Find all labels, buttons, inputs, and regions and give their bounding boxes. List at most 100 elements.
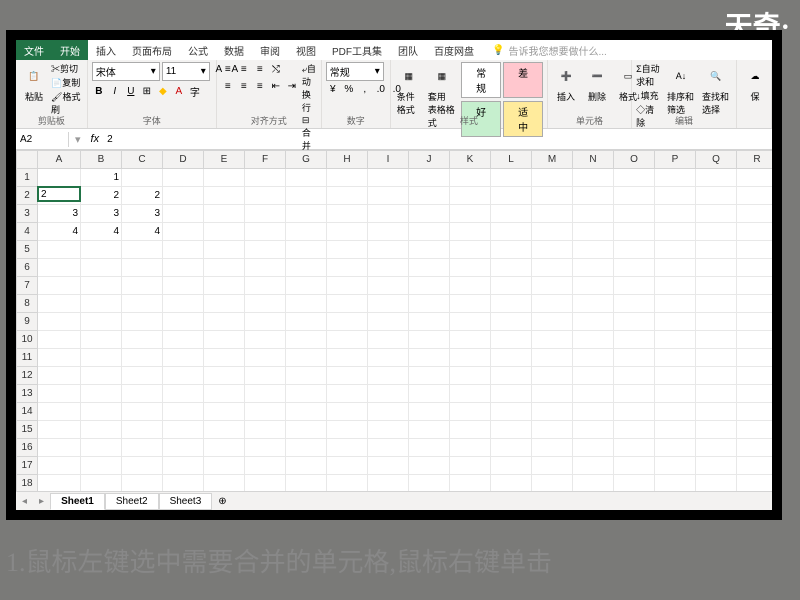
cell-J17[interactable]	[409, 457, 450, 475]
cell-Q14[interactable]	[696, 403, 737, 421]
cell-K3[interactable]	[450, 205, 491, 223]
row-header-18[interactable]: 18	[17, 475, 38, 492]
cell-O1[interactable]	[614, 169, 655, 187]
cell-M5[interactable]	[532, 241, 573, 259]
cell-P5[interactable]	[655, 241, 696, 259]
cell-E7[interactable]	[204, 277, 245, 295]
cell-H6[interactable]	[327, 259, 368, 277]
row-header-9[interactable]: 9	[17, 313, 38, 331]
cell-A14[interactable]	[38, 403, 81, 421]
cell-Q3[interactable]	[696, 205, 737, 223]
cell-H9[interactable]	[327, 313, 368, 331]
cell-R3[interactable]	[737, 205, 773, 223]
row-header-17[interactable]: 17	[17, 457, 38, 475]
cell-C2[interactable]: 2	[122, 187, 163, 205]
cell-Q7[interactable]	[696, 277, 737, 295]
inc-decimal-button[interactable]: .0	[374, 82, 388, 96]
italic-button[interactable]: I	[108, 84, 122, 98]
cell-Q11[interactable]	[696, 349, 737, 367]
cell-A13[interactable]	[38, 385, 81, 403]
cell-H2[interactable]	[327, 187, 368, 205]
cell-M12[interactable]	[532, 367, 573, 385]
cell-L14[interactable]	[491, 403, 532, 421]
cell-P8[interactable]	[655, 295, 696, 313]
sort-filter-button[interactable]: A↓排序和筛选	[665, 62, 697, 118]
cell-R12[interactable]	[737, 367, 773, 385]
cell-G5[interactable]	[286, 241, 327, 259]
tab-data[interactable]: 数据	[216, 40, 252, 60]
row-header-3[interactable]: 3	[17, 205, 38, 223]
cell-K12[interactable]	[450, 367, 491, 385]
cell-Q16[interactable]	[696, 439, 737, 457]
autosum-button[interactable]: Σ自动求和	[636, 62, 662, 88]
cell-B9[interactable]	[81, 313, 122, 331]
cell-B16[interactable]	[81, 439, 122, 457]
cell-K8[interactable]	[450, 295, 491, 313]
cell-A5[interactable]	[38, 241, 81, 259]
cell-C7[interactable]	[122, 277, 163, 295]
format-painter-button[interactable]: 🖌格式刷	[51, 90, 83, 116]
cell-O14[interactable]	[614, 403, 655, 421]
cell-H10[interactable]	[327, 331, 368, 349]
font-name-select[interactable]: 宋体▾	[92, 62, 160, 81]
cell-F16[interactable]	[245, 439, 286, 457]
tell-me-search[interactable]: 💡告诉我您想要做什么...	[482, 40, 772, 60]
col-header-G[interactable]: G	[286, 151, 327, 169]
cell-C17[interactable]	[122, 457, 163, 475]
cell-I17[interactable]	[368, 457, 409, 475]
cell-H7[interactable]	[327, 277, 368, 295]
cell-C13[interactable]	[122, 385, 163, 403]
cell-R2[interactable]	[737, 187, 773, 205]
accounting-button[interactable]: ¥	[326, 82, 340, 96]
cell-D8[interactable]	[163, 295, 204, 313]
cell-O18[interactable]	[614, 475, 655, 492]
cell-E1[interactable]	[204, 169, 245, 187]
cell-A3[interactable]: 3	[38, 205, 81, 223]
cell-J10[interactable]	[409, 331, 450, 349]
cell-O10[interactable]	[614, 331, 655, 349]
cell-B10[interactable]	[81, 331, 122, 349]
cell-D10[interactable]	[163, 331, 204, 349]
cell-L1[interactable]	[491, 169, 532, 187]
cell-M14[interactable]	[532, 403, 573, 421]
style-normal[interactable]: 常规	[461, 62, 501, 98]
cell-D3[interactable]	[163, 205, 204, 223]
cell-E11[interactable]	[204, 349, 245, 367]
cell-G17[interactable]	[286, 457, 327, 475]
cell-M8[interactable]	[532, 295, 573, 313]
cell-L3[interactable]	[491, 205, 532, 223]
cell-I12[interactable]	[368, 367, 409, 385]
cell-J14[interactable]	[409, 403, 450, 421]
tab-baidu[interactable]: 百度网盘	[426, 40, 482, 60]
cell-Q12[interactable]	[696, 367, 737, 385]
fx-cancel-icon[interactable]: ▾	[69, 131, 87, 148]
cell-P9[interactable]	[655, 313, 696, 331]
cell-D9[interactable]	[163, 313, 204, 331]
cell-F1[interactable]	[245, 169, 286, 187]
cell-A2[interactable]: 2	[38, 187, 80, 201]
cell-A15[interactable]	[38, 421, 81, 439]
cell-J5[interactable]	[409, 241, 450, 259]
cell-B1[interactable]: 1	[81, 169, 122, 187]
cell-N8[interactable]	[573, 295, 614, 313]
font-size-select[interactable]: 11▾	[162, 62, 210, 81]
cell-J8[interactable]	[409, 295, 450, 313]
cell-N6[interactable]	[573, 259, 614, 277]
cell-P4[interactable]	[655, 223, 696, 241]
cell-D2[interactable]	[163, 187, 204, 205]
cell-Q8[interactable]	[696, 295, 737, 313]
cell-B7[interactable]	[81, 277, 122, 295]
cell-N11[interactable]	[573, 349, 614, 367]
cell-C11[interactable]	[122, 349, 163, 367]
cell-Q13[interactable]	[696, 385, 737, 403]
cell-I18[interactable]	[368, 475, 409, 492]
cell-J1[interactable]	[409, 169, 450, 187]
cell-P6[interactable]	[655, 259, 696, 277]
cell-H15[interactable]	[327, 421, 368, 439]
align-center-button[interactable]: ≡	[237, 79, 251, 93]
tab-review[interactable]: 审阅	[252, 40, 288, 60]
cell-N18[interactable]	[573, 475, 614, 492]
bold-button[interactable]: B	[92, 84, 106, 98]
cell-G9[interactable]	[286, 313, 327, 331]
cell-C3[interactable]: 3	[122, 205, 163, 223]
